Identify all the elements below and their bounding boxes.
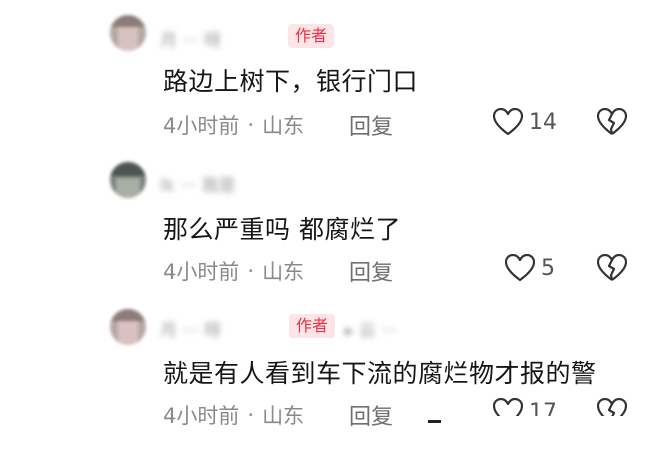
timestamp: 4小时前 bbox=[163, 404, 240, 428]
broken-heart-icon[interactable] bbox=[597, 108, 627, 136]
timestamp: 4小时前 bbox=[163, 114, 240, 138]
location: 山东 bbox=[262, 260, 305, 284]
like-count: 17 bbox=[529, 399, 557, 425]
like-button[interactable]: 17 bbox=[493, 398, 557, 425]
heart-icon bbox=[493, 108, 523, 136]
heart-icon bbox=[493, 398, 523, 416]
comment-text: 那么严重吗 都腐烂了 bbox=[163, 215, 401, 244]
comment-text: 路边上树下，银行门口 bbox=[163, 67, 419, 96]
reply-target[interactable]: ▸ 云 ··· bbox=[345, 318, 398, 341]
username[interactable]: lk ··· 我是 bbox=[160, 173, 236, 196]
avatar[interactable] bbox=[110, 15, 146, 51]
location: 山东 bbox=[262, 404, 305, 428]
like-count: 5 bbox=[541, 255, 555, 281]
avatar[interactable] bbox=[110, 309, 146, 345]
comment-meta: 4小时前 · 山东 bbox=[163, 400, 304, 430]
location: 山东 bbox=[262, 114, 305, 138]
comment-text: 就是有人看到车下流的腐烂物才报的警 bbox=[163, 359, 597, 388]
like-button[interactable]: 5 bbox=[505, 254, 555, 282]
reply-button[interactable]: 回复 bbox=[349, 399, 393, 431]
username[interactable]: 月 ··· 呀 bbox=[160, 318, 221, 341]
like-count: 14 bbox=[529, 109, 557, 135]
broken-heart-icon[interactable] bbox=[597, 254, 627, 282]
reply-button[interactable]: 回复 bbox=[349, 109, 393, 141]
meta-separator: · bbox=[247, 403, 255, 427]
author-badge: 作者 bbox=[288, 24, 335, 48]
avatar[interactable] bbox=[110, 162, 146, 198]
author-badge: 作者 bbox=[289, 314, 336, 338]
timestamp: 4小时前 bbox=[163, 260, 240, 284]
reply-button[interactable]: 回复 bbox=[349, 255, 393, 287]
like-button[interactable]: 14 bbox=[493, 108, 557, 136]
broken-heart-icon[interactable] bbox=[597, 398, 627, 416]
meta-separator: · bbox=[247, 259, 255, 283]
divider bbox=[428, 420, 441, 423]
meta-separator: · bbox=[247, 113, 255, 137]
comment-meta: 4小时前 · 山东 bbox=[163, 256, 304, 286]
heart-icon bbox=[505, 254, 535, 282]
username[interactable]: 月 ··· 呀 bbox=[160, 28, 221, 51]
comment-meta: 4小时前 · 山东 bbox=[163, 110, 304, 140]
